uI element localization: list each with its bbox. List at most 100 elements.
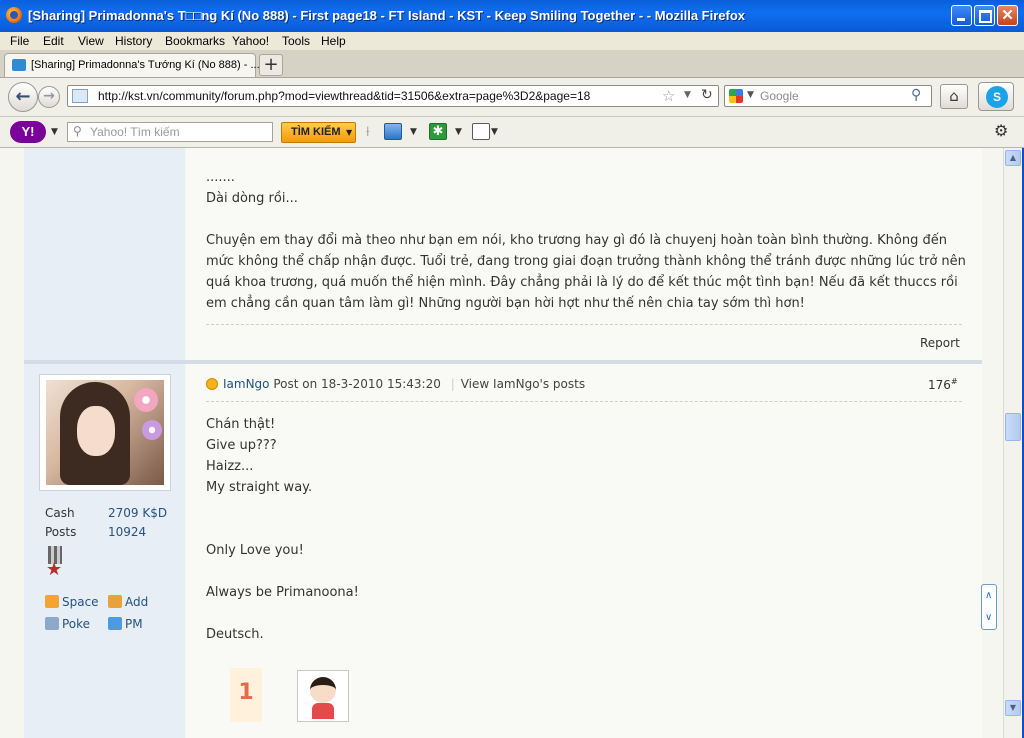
yahoo-logo[interactable]: Y!: [10, 121, 46, 143]
online-status-icon: [206, 378, 218, 390]
poke-label: Poke: [62, 617, 91, 631]
yahoo-toolbar: Y! ▼ ⚲ Yahoo! Tìm kiếm TÌM KIẾM ▼ ⟊ ▼ ✱ …: [0, 117, 1024, 148]
posts-value[interactable]: 10924: [108, 525, 146, 539]
floor-hash: #: [950, 377, 958, 386]
bookmark-star-icon[interactable]: ☆: [662, 87, 675, 105]
gear-icon[interactable]: ⚙: [994, 121, 1008, 140]
firefox-icon: [6, 7, 22, 23]
signature-number: 1: [238, 680, 254, 705]
minimize-button[interactable]: [951, 5, 972, 26]
skype-icon: S: [986, 86, 1008, 108]
add-friend-icon: [108, 595, 122, 608]
search-bar[interactable]: ▼ Google ⚲: [724, 85, 932, 107]
mail-icon[interactable]: [384, 123, 402, 140]
new-tab-button[interactable]: +: [259, 54, 283, 76]
home-icon: [45, 595, 59, 608]
reload-icon[interactable]: ↻: [701, 87, 713, 103]
page-tools-icon[interactable]: [472, 123, 490, 140]
signature-image: 1: [230, 668, 262, 722]
menu-help[interactable]: Help: [321, 34, 346, 48]
pm-link[interactable]: PM: [108, 617, 143, 631]
post-date: Post on 18-3-2010 15:43:20: [273, 377, 441, 391]
scroll-up-button[interactable]: ▲: [1005, 150, 1021, 166]
avatar-face: [77, 406, 115, 456]
menu-bar: File Edit View History Bookmarks Yahoo! …: [0, 32, 1024, 50]
yahoo-search-input[interactable]: ⚲ Yahoo! Tìm kiếm: [67, 122, 273, 142]
posts-label: Posts: [45, 525, 77, 539]
url-dropdown-icon[interactable]: ▼: [684, 90, 691, 100]
post-line: Only Love you!: [206, 543, 304, 558]
menu-yahoo[interactable]: Yahoo!: [232, 34, 269, 48]
up-arrow-icon: ∧: [985, 590, 993, 601]
back-button[interactable]: ←: [8, 82, 38, 112]
menu-file[interactable]: File: [10, 34, 29, 48]
url-text: http://kst.vn/community/forum.php?mod=vi…: [98, 89, 591, 103]
down-arrow-icon: ∨: [985, 612, 993, 623]
yahoo-menu-dropdown-icon[interactable]: ▼: [51, 127, 58, 137]
post-line: Haizz...: [206, 459, 254, 474]
cartoon-body: [312, 703, 334, 719]
envelope-icon: [108, 617, 122, 630]
yahoo-search-placeholder: Yahoo! Tìm kiếm: [90, 125, 180, 139]
menu-edit[interactable]: Edit: [43, 34, 64, 48]
post-line: Deutsch.: [206, 627, 264, 642]
menu-bookmarks[interactable]: Bookmarks: [165, 34, 225, 48]
prev-post-rule: [206, 324, 962, 325]
site-identity-icon[interactable]: [72, 89, 88, 103]
search-engine-dropdown-icon[interactable]: ▼: [747, 90, 754, 100]
cash-value: 2709 K$D: [108, 506, 168, 520]
apps-dropdown-icon[interactable]: ▼: [455, 127, 462, 137]
vertical-scrollbar[interactable]: ▲ ▼: [1003, 148, 1022, 738]
view-posts-link[interactable]: View IamNgo's posts: [461, 377, 585, 391]
avatar-flower: [142, 420, 162, 440]
google-icon[interactable]: [729, 89, 743, 103]
medal-icon[interactable]: ★: [44, 546, 66, 582]
close-button[interactable]: ✕: [997, 5, 1018, 26]
forward-button[interactable]: →: [38, 86, 60, 108]
post-line: My straight way.: [206, 480, 313, 495]
yahoo-search-button-label: TÌM KIẾM: [291, 126, 341, 138]
prev-post-line: Dài dòng rồi...: [206, 191, 298, 206]
url-bar[interactable]: http://kst.vn/community/forum.php?mod=vi…: [67, 85, 719, 107]
add-label: Add: [125, 595, 149, 609]
mail-dropdown-icon[interactable]: ▼: [410, 127, 417, 137]
window-title: [Sharing] Primadonna's T□□ng Kí (No 888)…: [28, 8, 746, 23]
avatar[interactable]: [39, 374, 171, 491]
navigation-bar: ← → http://kst.vn/community/forum.php?mo…: [0, 78, 1024, 117]
menu-history[interactable]: History: [115, 34, 152, 48]
post-line: Chán thật!: [206, 417, 276, 432]
page-margin: [982, 148, 1003, 738]
skype-button[interactable]: S: [978, 82, 1014, 111]
post-line: Give up???: [206, 438, 277, 453]
close-icon: ✕: [1001, 7, 1014, 24]
search-icon[interactable]: ⚲: [911, 87, 921, 103]
post-divider: [24, 360, 982, 364]
menu-tools[interactable]: Tools: [282, 34, 310, 48]
post-floor-number[interactable]: 176#: [928, 377, 958, 392]
home-button[interactable]: ⌂: [940, 84, 968, 109]
post-info: IamNgo Post on 18-3-2010 15:43:20 | View …: [206, 377, 585, 391]
scroll-thumb[interactable]: [1005, 413, 1021, 441]
post-line: Always be Primanoona!: [206, 585, 359, 600]
tab-current[interactable]: [Sharing] Primadonna's Tướng Kí (No 888)…: [4, 53, 260, 77]
space-link[interactable]: Space: [45, 595, 99, 609]
post-author[interactable]: IamNgo: [223, 377, 270, 391]
poke-icon: [45, 617, 59, 630]
floor-value: 176: [928, 378, 951, 392]
scroll-to-top-widget[interactable]: ∧ ∨: [981, 584, 997, 630]
signature-avatar[interactable]: [297, 670, 349, 722]
yahoo-search-button[interactable]: TÌM KIẾM ▼: [281, 122, 356, 143]
maximize-button[interactable]: [974, 5, 995, 26]
poke-link[interactable]: Poke: [45, 617, 90, 631]
page-tools-dropdown-icon[interactable]: ▼: [491, 127, 498, 137]
toolbar-separator-icon: ⟊: [366, 124, 370, 140]
scroll-down-button[interactable]: ▼: [1005, 700, 1021, 716]
report-link[interactable]: Report: [920, 336, 960, 350]
medal-star-icon: ★: [46, 559, 63, 580]
apps-icon[interactable]: ✱: [429, 123, 447, 140]
menu-view[interactable]: View: [78, 34, 104, 48]
prev-post-dots: .......: [206, 170, 235, 185]
cartoon-head: [310, 677, 336, 703]
add-friend-link[interactable]: Add: [108, 595, 148, 609]
kst-favicon-icon: [12, 59, 26, 71]
